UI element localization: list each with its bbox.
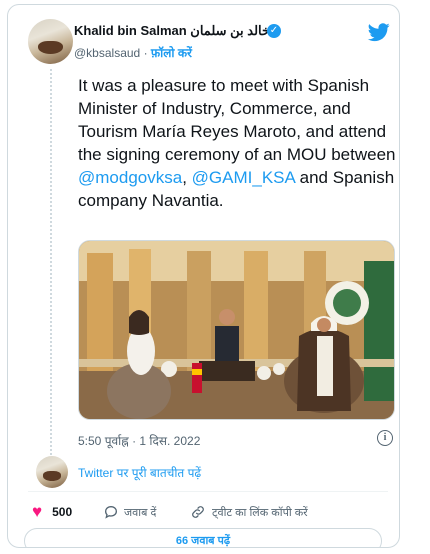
author-avatar[interactable] bbox=[28, 19, 73, 64]
author-avatar-small[interactable] bbox=[36, 456, 68, 488]
tweet-text-part-1: It was a pleasure to meet with Spanish M… bbox=[78, 76, 396, 164]
author-handle-row: @kbsalsaud · फ़ॉलो करें bbox=[74, 44, 192, 61]
link-icon bbox=[192, 506, 204, 518]
actions-divider bbox=[28, 491, 388, 492]
tweet-text: It was a pleasure to meet with Spanish M… bbox=[78, 74, 396, 212]
like-action[interactable]: ♥ 500 bbox=[32, 502, 72, 522]
follow-link[interactable]: फ़ॉलो करें bbox=[151, 46, 192, 60]
heart-icon: ♥ bbox=[32, 502, 43, 521]
copy-link-action[interactable]: ट्वीट का लिंक कॉपी करें bbox=[190, 502, 308, 522]
verified-badge-icon: ✓ bbox=[267, 24, 281, 38]
reply-label: जवाब दें bbox=[124, 506, 157, 519]
read-full-conversation-link[interactable]: Twitter पर पूरी बातचीत पढ़ें bbox=[78, 464, 201, 481]
separator-dot: · bbox=[143, 46, 148, 60]
read-replies-button[interactable]: 66 जवाब पढ़ें bbox=[24, 528, 382, 547]
thread-line bbox=[50, 69, 52, 455]
twitter-bird-icon[interactable] bbox=[366, 21, 392, 43]
embedded-tweet-card: Khalid bin Salman خالد بن سلمان ✓ @kbsal… bbox=[7, 4, 400, 548]
meeting-photo-illustration bbox=[79, 241, 394, 419]
mention-modgovksa[interactable]: @modgovksa bbox=[78, 168, 182, 187]
like-count: 500 bbox=[52, 505, 73, 519]
info-icon[interactable]: i bbox=[377, 430, 393, 446]
reply-icon bbox=[104, 505, 118, 519]
author-handle[interactable]: @kbsalsaud bbox=[74, 46, 140, 60]
tweet-timestamp[interactable]: 5:50 पूर्वाह्न · 1 दिस. 2022 bbox=[78, 432, 200, 449]
mention-gami-ksa[interactable]: @GAMI_KSA bbox=[192, 168, 295, 187]
copy-link-label: ट्वीट का लिंक कॉपी करें bbox=[212, 506, 308, 519]
tweet-photo[interactable] bbox=[78, 240, 395, 420]
reply-action[interactable]: जवाब दें bbox=[103, 502, 156, 522]
tweet-text-part-2: , bbox=[182, 168, 187, 187]
author-name[interactable]: Khalid bin Salman خالد بن سلمان bbox=[74, 23, 270, 39]
